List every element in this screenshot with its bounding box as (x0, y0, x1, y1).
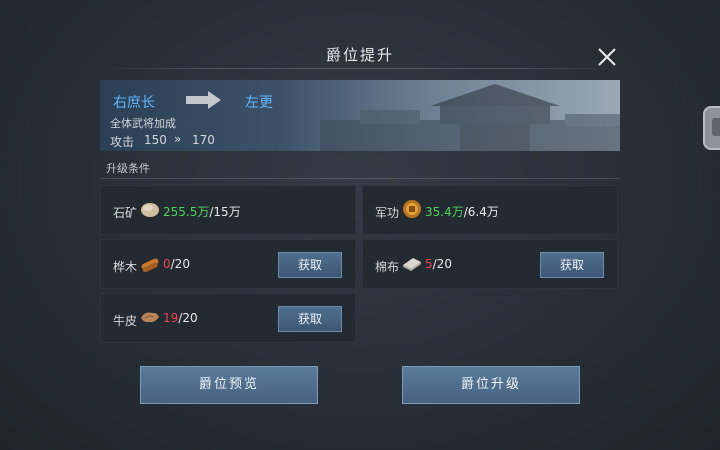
promotion-banner: 右庶长 左更 全体武将加成 攻击 150 » 170 (100, 80, 620, 151)
resource-need: /6.4万 (463, 205, 499, 219)
get-cotton-button[interactable]: 获取 (540, 252, 604, 278)
conditions-divider (100, 178, 620, 179)
title-divider (100, 68, 620, 69)
resource-name: 军功 (375, 206, 400, 220)
cowhide-icon (141, 312, 159, 323)
resource-name: 牛皮 (113, 314, 138, 328)
resource-amount: 255.5万/15万 (163, 203, 241, 220)
get-birch-button[interactable]: 获取 (278, 252, 342, 278)
arrow-right-icon (186, 91, 221, 109)
condition-card-merit: 军功 35.4万/6.4万 (362, 185, 618, 235)
cotton-cloth-icon (403, 258, 421, 271)
current-rank: 右庶长 (113, 95, 155, 111)
resource-have: 5 (425, 257, 433, 271)
get-cowhide-button[interactable]: 获取 (278, 306, 342, 332)
stat-next-value: 170 (192, 133, 215, 147)
resource-amount: 35.4万/6.4万 (425, 203, 499, 220)
condition-card-birch: 桦木 0/20 获取 (100, 239, 356, 289)
birch-wood-icon (141, 258, 159, 273)
condition-card-stone: 石矿 255.5万/15万 (100, 185, 356, 235)
rank-upgrade-button[interactable]: 爵位升级 (402, 366, 580, 404)
resource-have: 0 (163, 257, 171, 271)
resource-amount: 5/20 (425, 257, 452, 271)
military-merit-icon (403, 200, 421, 218)
condition-card-cowhide: 牛皮 19/20 获取 (100, 293, 356, 343)
conditions-label: 升级条件 (106, 162, 150, 175)
resource-have: 255.5万 (163, 205, 210, 219)
resource-have: 19 (163, 311, 179, 325)
resource-need: /15万 (209, 205, 241, 219)
resource-need: /20 (178, 311, 198, 325)
resource-need: /20 (432, 257, 452, 271)
stat-name: 攻击 (110, 135, 135, 149)
resource-name: 石矿 (113, 206, 138, 220)
palace-illustration (320, 84, 620, 151)
stone-ore-icon (141, 203, 159, 217)
resource-need: /20 (170, 257, 190, 271)
rank-preview-button[interactable]: 爵位预览 (140, 366, 318, 404)
resource-name: 桦木 (113, 260, 138, 274)
resource-amount: 0/20 (163, 257, 190, 271)
close-icon[interactable] (596, 46, 618, 68)
next-rank: 左更 (245, 95, 273, 111)
resource-have: 35.4万 (425, 205, 464, 219)
resource-amount: 19/20 (163, 311, 198, 325)
stat-current-value: 150 (144, 133, 167, 147)
side-menu-icon[interactable] (703, 106, 720, 150)
stat-arrow: » (174, 132, 182, 146)
resource-name: 棉布 (375, 260, 400, 274)
condition-card-cotton: 棉布 5/20 获取 (362, 239, 618, 289)
bonus-label: 全体武将加成 (110, 117, 176, 130)
